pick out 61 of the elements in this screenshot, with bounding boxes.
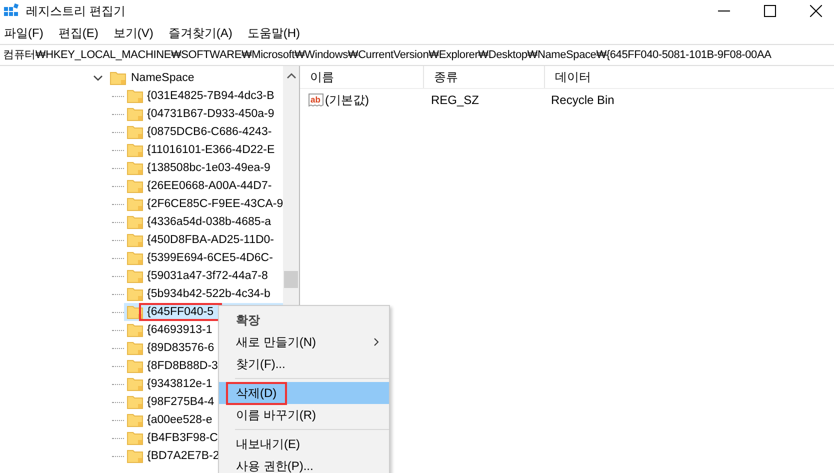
folder-icon [127, 197, 143, 211]
folder-icon [127, 143, 143, 157]
value-data: Recycle Bin [551, 93, 614, 107]
folder-icon [127, 251, 143, 265]
folder-icon [127, 377, 143, 391]
menu-item[interactable]: 도움말(H) [247, 24, 300, 42]
folder-icon [127, 413, 143, 427]
tree-item[interactable]: {11016101-E366-4D22-E [124, 141, 283, 159]
folder-icon [127, 269, 143, 283]
menu-item[interactable]: 찾기(F)... [219, 353, 389, 375]
tree-item[interactable]: {138508bc-1e03-49ea-9 [124, 159, 283, 177]
chevron-down-icon[interactable] [93, 75, 103, 81]
minimize-icon[interactable] [718, 10, 730, 12]
scroll-up-icon[interactable] [286, 73, 296, 79]
folder-icon [127, 341, 143, 355]
maximize-icon[interactable] [764, 5, 776, 17]
tree-item[interactable]: {4336a54d-038b-4685-a [124, 213, 283, 231]
folder-icon [127, 179, 143, 193]
tree-item[interactable]: {450D8FBA-AD25-11D0- [124, 231, 283, 249]
string-value-icon: ab [308, 93, 324, 107]
value-name: (기본값) [325, 92, 370, 108]
folder-icon [110, 71, 126, 85]
folder-icon [127, 89, 143, 103]
folder-icon [127, 449, 143, 463]
tree-item[interactable]: {031E4825-7B94-4dc3-B [124, 87, 283, 105]
folder-icon [127, 107, 143, 121]
menu-item[interactable]: 파일(F) [4, 24, 44, 42]
tree-item[interactable]: {59031a47-3f72-44a7-8 [124, 267, 283, 285]
tree-item[interactable]: {2F6CE85C-F9EE-43CA-9 [124, 195, 283, 213]
menu-item[interactable]: 내보내기(E) [219, 433, 389, 455]
tree-item[interactable]: {5399E694-6CE5-4D6C- [124, 249, 283, 267]
value-type: REG_SZ [431, 93, 480, 107]
folder-icon [127, 395, 143, 409]
tree-item[interactable]: {04731B67-D933-450a-9 [124, 105, 283, 123]
menu-item[interactable]: 이름 바꾸기(R) [219, 404, 389, 426]
tree-item[interactable]: {5b934b42-522b-4c34-b [124, 285, 283, 303]
menu-item[interactable]: 사용 권한(P)... [219, 455, 389, 473]
tree-item[interactable]: {0875DCB6-C686-4243- [124, 123, 283, 141]
column-header[interactable]: 종류 [424, 66, 545, 88]
menu-item[interactable]: 삭제(D) [219, 382, 389, 404]
tree-item[interactable]: {26EE0668-A00A-44D7- [124, 177, 283, 195]
menu-item[interactable]: 편집(E) [58, 24, 98, 42]
folder-icon [127, 161, 143, 175]
registry-editor-icon [3, 3, 19, 19]
folder-icon [127, 287, 143, 301]
folder-icon [127, 359, 143, 373]
folder-icon [127, 233, 143, 247]
address-bar[interactable]: 컴퓨터₩HKEY_LOCAL_MACHINE₩SOFTWARE₩Microsoft₩Windows₩CurrentVersion₩Explorer₩Desktop₩NameSpace₩{645FF040-5081-101B-9F08-00AA [0, 44, 834, 66]
menu-item[interactable]: 즐겨찾기(A) [168, 24, 232, 42]
menu-item[interactable]: 새로 만들기(N) [219, 331, 389, 353]
menu-item[interactable]: 보기(V) [113, 24, 154, 42]
folder-icon [127, 125, 143, 139]
scroll-thumb[interactable] [284, 271, 298, 288]
column-header[interactable]: 데이터 [545, 66, 755, 88]
folder-icon [127, 215, 143, 229]
folder-icon [127, 431, 143, 445]
tree-item[interactable]: NameSpace [131, 72, 194, 84]
column-header[interactable]: 이름 [300, 66, 424, 88]
folder-icon [127, 323, 143, 337]
close-icon[interactable] [810, 5, 822, 17]
window-title: 레지스트리 편집기 [26, 2, 126, 20]
